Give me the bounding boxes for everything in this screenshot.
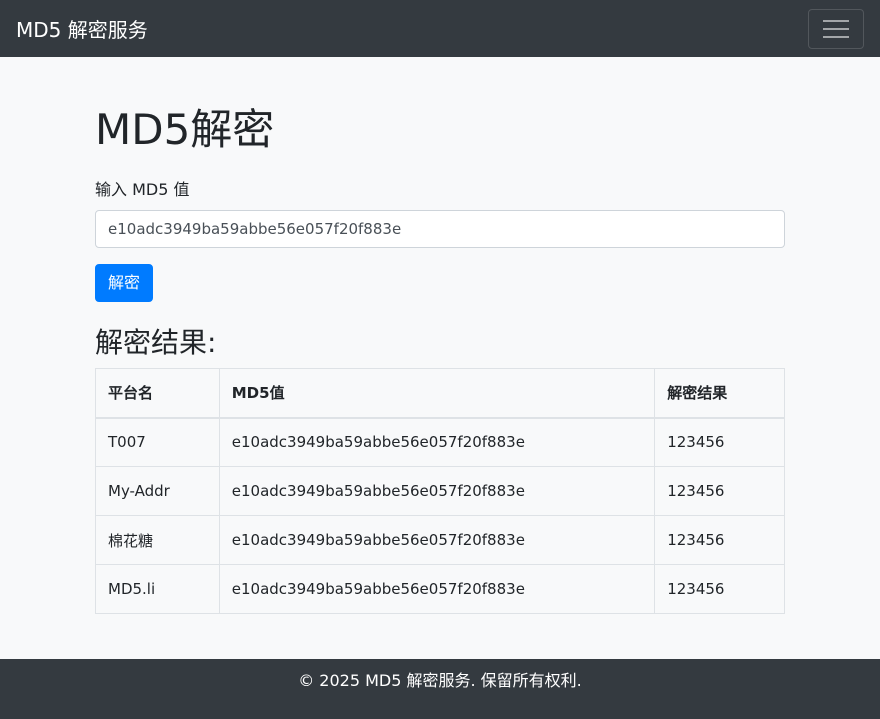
cell-platform: MD5.li [95,564,220,614]
cell-platform: 棉花糖 [95,515,220,565]
cell-result: 123456 [654,466,785,516]
footer-text: © 2025 MD5 解密服务. 保留所有权利. [298,671,582,690]
cell-md5: e10adc3949ba59abbe56e057f20f883e [218,515,656,565]
results-title: 解密结果: [95,326,217,359]
page-title: MD5解密 [95,105,275,154]
main-container: MD5解密 输入 MD5 值 解密 解密结果: 平台名 MD5值 解密结果 T0… [95,57,785,614]
navbar: MD5 解密服务 [0,0,880,57]
results-table: 平台名 MD5值 解密结果 T007 e10adc3949ba59abbe56e… [95,368,785,614]
header-md5: MD5值 [218,368,656,419]
table-row: 棉花糖 e10adc3949ba59abbe56e057f20f883e 123… [95,515,785,565]
hamburger-icon [823,27,849,30]
header-platform: 平台名 [95,368,220,419]
cell-result: 123456 [654,564,785,614]
cell-md5: e10adc3949ba59abbe56e057f20f883e [218,417,656,467]
hamburger-icon [823,19,849,22]
decrypt-button[interactable]: 解密 [95,264,154,302]
header-result: 解密结果 [654,368,785,419]
cell-result: 123456 [654,515,785,565]
hamburger-icon [823,35,849,38]
table-row: My-Addr e10adc3949ba59abbe56e057f20f883e… [95,466,785,516]
table-header-row: 平台名 MD5值 解密结果 [95,368,785,419]
cell-md5: e10adc3949ba59abbe56e057f20f883e [218,466,656,516]
cell-platform: T007 [95,417,220,467]
md5-input[interactable] [95,210,785,248]
cell-platform: My-Addr [95,466,220,516]
table-row: T007 e10adc3949ba59abbe56e057f20f883e 12… [95,417,785,467]
table-row: MD5.li e10adc3949ba59abbe56e057f20f883e … [95,564,785,614]
md5-input-label: 输入 MD5 值 [95,180,190,199]
footer: © 2025 MD5 解密服务. 保留所有权利. [0,659,880,719]
cell-result: 123456 [654,417,785,467]
cell-md5: e10adc3949ba59abbe56e057f20f883e [218,564,656,614]
navbar-brand[interactable]: MD5 解密服务 [16,14,148,43]
navbar-toggler-button[interactable] [808,8,864,49]
